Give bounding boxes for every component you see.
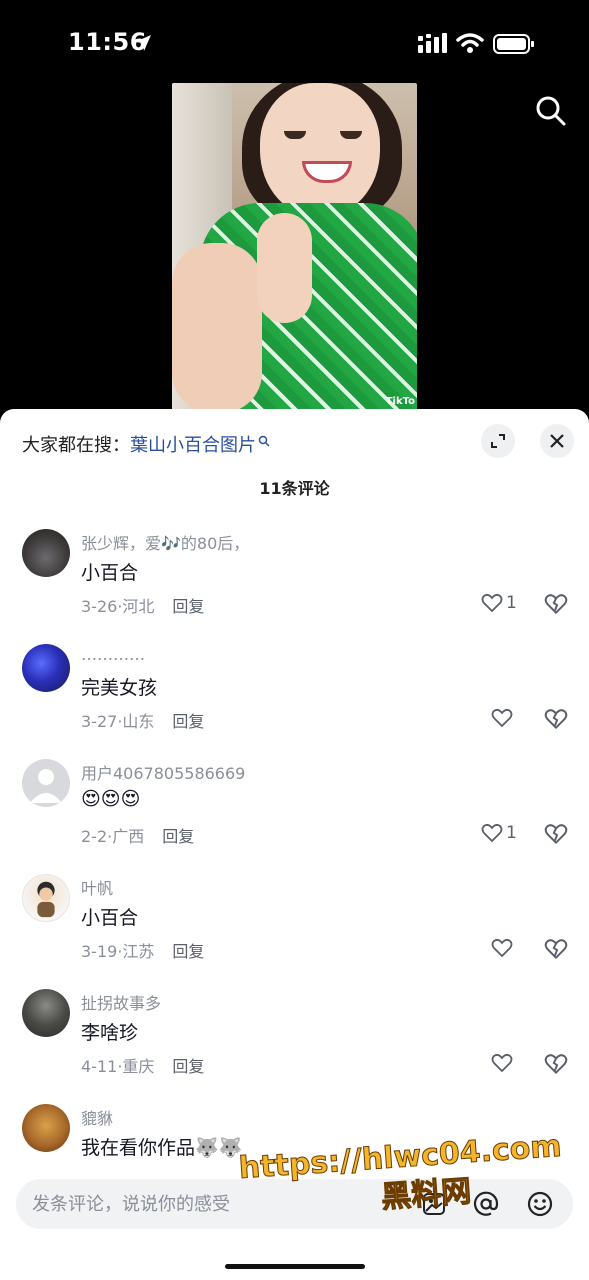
comment-item: 扯拐故事多 李啥珍 4-11·重庆 回复 — [0, 989, 589, 1099]
comment-date: 4-11 — [81, 1057, 118, 1076]
comment-location: 广西 — [112, 827, 145, 846]
like-button[interactable]: 1 — [480, 821, 517, 847]
comment-meta: 3-26·河北 回复 — [81, 597, 205, 616]
comment-username[interactable]: 貔貅 — [81, 1105, 113, 1129]
comment-count: 11条评论 — [259, 479, 330, 498]
comment-username[interactable]: 用户4067805586669 — [81, 760, 245, 784]
broken-heart-icon[interactable] — [543, 821, 569, 847]
comment-date: 2-2 — [81, 827, 108, 846]
comment-location: 山东 — [122, 712, 155, 731]
broken-heart-icon[interactable] — [543, 706, 569, 732]
comment-username[interactable]: 扯拐故事多 — [81, 990, 161, 1014]
reply-button[interactable]: 回复 — [172, 597, 204, 616]
heart-icon — [481, 593, 503, 613]
comment-date: 3-26 — [81, 597, 118, 616]
comment-item: ………… 完美女孩 3-27·山东 回复 — [0, 644, 589, 754]
like-button[interactable]: 1 — [480, 591, 517, 617]
reply-button[interactable]: 回复 — [172, 1057, 204, 1076]
comment-text: 完美女孩 — [81, 677, 158, 699]
video-player[interactable]: TikTo — [172, 83, 417, 413]
comment-meta: 3-19·江苏 回复 — [81, 942, 205, 961]
like-button[interactable] — [490, 936, 516, 962]
hot-search-bar[interactable]: 大家都在搜：葉山小百合图片 — [22, 431, 270, 457]
avatar[interactable] — [22, 759, 70, 807]
comment-location: 江苏 — [122, 942, 155, 961]
video-thumb — [257, 213, 312, 323]
comment-date: 3-19 — [81, 942, 118, 961]
avatar[interactable] — [22, 1104, 70, 1152]
comment-text: 小百合 — [81, 907, 139, 929]
comment-item: 用户4067805586669 😍😍😍 2-2·广西 回复 1 — [0, 759, 589, 869]
comment-text: 李啥珍 — [81, 1022, 139, 1044]
home-indicator — [225, 1264, 365, 1269]
cartoon-avatar-icon — [37, 881, 55, 918]
close-icon — [550, 434, 564, 448]
comment-text: 我在看你作品🐺🐺 — [81, 1137, 243, 1159]
hot-search-query[interactable]: 葉山小百合图片 — [130, 435, 256, 456]
search-icon[interactable] — [533, 93, 569, 129]
heart-icon — [491, 708, 513, 728]
tiktok-logo: TikTo — [385, 396, 415, 407]
like-button[interactable] — [490, 1051, 516, 1077]
comment-meta: 4-11·重庆 回复 — [81, 1057, 205, 1076]
broken-heart-icon[interactable] — [543, 591, 569, 617]
like-count: 1 — [506, 593, 517, 613]
hot-search-prefix: 大家都在搜： — [22, 435, 130, 456]
comment-text: 😍😍😍 — [81, 788, 141, 810]
signal-icon — [418, 33, 447, 53]
heart-icon — [491, 1053, 513, 1073]
comment-item: 张少辉，爱🎶的80后， 小百合 3-26·河北 回复 1 — [0, 529, 589, 639]
location-arrow-icon — [135, 35, 151, 51]
video-face — [260, 83, 380, 218]
heart-icon — [481, 823, 503, 843]
comment-location: 重庆 — [122, 1057, 155, 1076]
status-bar: 11:56 — [0, 0, 589, 80]
like-count: 1 — [506, 823, 517, 843]
comment-date: 3-27 — [81, 712, 118, 731]
expand-button[interactable] — [481, 424, 515, 458]
video-arm — [172, 243, 262, 413]
broken-heart-icon[interactable] — [543, 936, 569, 962]
broken-heart-icon[interactable] — [543, 1051, 569, 1077]
like-button[interactable] — [490, 706, 516, 732]
heart-icon — [491, 938, 513, 958]
reply-button[interactable]: 回复 — [162, 827, 194, 846]
avatar[interactable] — [22, 989, 70, 1037]
comment-meta: 3-27·山东 回复 — [81, 712, 205, 731]
reply-button[interactable]: 回复 — [172, 712, 204, 731]
close-button[interactable] — [540, 424, 574, 458]
comment-username[interactable]: 叶帆 — [81, 875, 113, 899]
comment-username[interactable]: 张少辉，爱🎶的80后， — [81, 530, 249, 554]
comment-text: 小百合 — [81, 562, 139, 584]
avatar[interactable] — [22, 529, 70, 577]
comment-meta: 2-2·广西 回复 — [81, 827, 195, 846]
default-avatar-icon — [30, 769, 62, 803]
wifi-icon — [456, 33, 484, 53]
avatar[interactable] — [22, 644, 70, 692]
search-small-icon — [258, 435, 270, 447]
comment-location: 河北 — [122, 597, 155, 616]
expand-icon — [491, 434, 505, 448]
battery-icon — [493, 34, 534, 54]
comment-item: 叶帆 小百合 3-19·江苏 回复 — [0, 874, 589, 984]
comment-username[interactable]: ………… — [81, 645, 145, 664]
avatar[interactable] — [22, 874, 70, 922]
reply-button[interactable]: 回复 — [172, 942, 204, 961]
screen: 11:56 TikTo 大家都在搜：葉山小百合图片 11条评论 张少辉，爱🎶的8… — [0, 0, 589, 1280]
